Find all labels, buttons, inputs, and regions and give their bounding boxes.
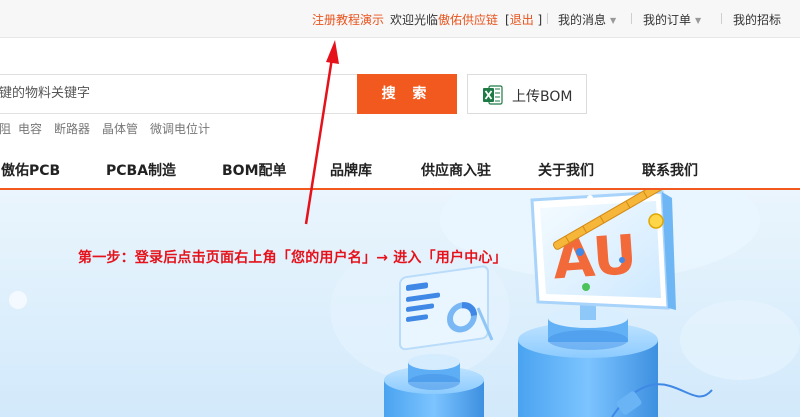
- hot-keyword[interactable]: 晶体管: [102, 120, 138, 137]
- nav-bom[interactable]: BOM配单: [222, 160, 287, 180]
- menu-orders-label: 我的订单: [643, 13, 692, 27]
- chevron-down-icon: ▼: [610, 16, 617, 25]
- menu-orders[interactable]: 我的订单 ▼: [643, 11, 701, 28]
- tutorial-link[interactable]: 注册教程演示: [312, 11, 384, 28]
- nav-about[interactable]: 关于我们: [538, 160, 594, 180]
- menu-bids-label: 我的招标: [733, 13, 782, 27]
- excel-icon: [483, 85, 503, 105]
- logout-link[interactable]: 退出: [510, 13, 534, 27]
- logout-group: [退出 ]: [505, 11, 542, 28]
- banner-illustration: AU: [9, 190, 800, 417]
- chevron-down-icon: ▼: [695, 16, 702, 25]
- top-bar: 注册教程演示 欢迎光临傲佑供应链 [退出 ] 我的消息 ▼ 我的订单 ▼ 我的招标: [0, 0, 800, 38]
- search-button[interactable]: 搜 索: [357, 74, 457, 114]
- hot-keyword[interactable]: 电容: [18, 120, 42, 137]
- search-placeholder: 键的物料关键字: [0, 86, 91, 101]
- menu-messages-label: 我的消息: [558, 13, 607, 27]
- bracket-close: ]: [537, 13, 543, 27]
- hero-banner: AU: [0, 190, 800, 417]
- divider: [631, 13, 632, 24]
- nav-brands[interactable]: 品牌库: [330, 160, 372, 180]
- upload-bom-button[interactable]: 上传BOM: [467, 74, 587, 114]
- nav-pcba[interactable]: PCBA制造: [106, 160, 176, 180]
- welcome-prefix: 欢迎光临: [390, 13, 439, 27]
- hot-keyword[interactable]: 断路器: [54, 120, 90, 137]
- nav-pcb[interactable]: 傲佑PCB: [1, 160, 60, 180]
- nav-contact[interactable]: 联系我们: [642, 160, 698, 180]
- divider: [721, 13, 722, 24]
- welcome-text: 欢迎光临傲佑供应链: [390, 11, 498, 28]
- divider: [547, 13, 548, 24]
- search-input[interactable]: 键的物料关键字: [0, 74, 358, 114]
- nav-supplier[interactable]: 供应商入驻: [421, 160, 491, 180]
- hot-keyword[interactable]: 微调电位计: [150, 120, 210, 137]
- username-link[interactable]: 傲佑供应链: [438, 13, 498, 27]
- upload-bom-label: 上传BOM: [512, 89, 573, 105]
- menu-messages[interactable]: 我的消息 ▼: [558, 11, 616, 28]
- svg-text:AU: AU: [551, 223, 639, 292]
- menu-bids[interactable]: 我的招标: [733, 11, 781, 28]
- hot-keyword[interactable]: 阻: [0, 120, 11, 137]
- annotation-text: 第一步：登录后点击页面右上角「您的用户名」→ 进入「用户中心」: [78, 250, 507, 266]
